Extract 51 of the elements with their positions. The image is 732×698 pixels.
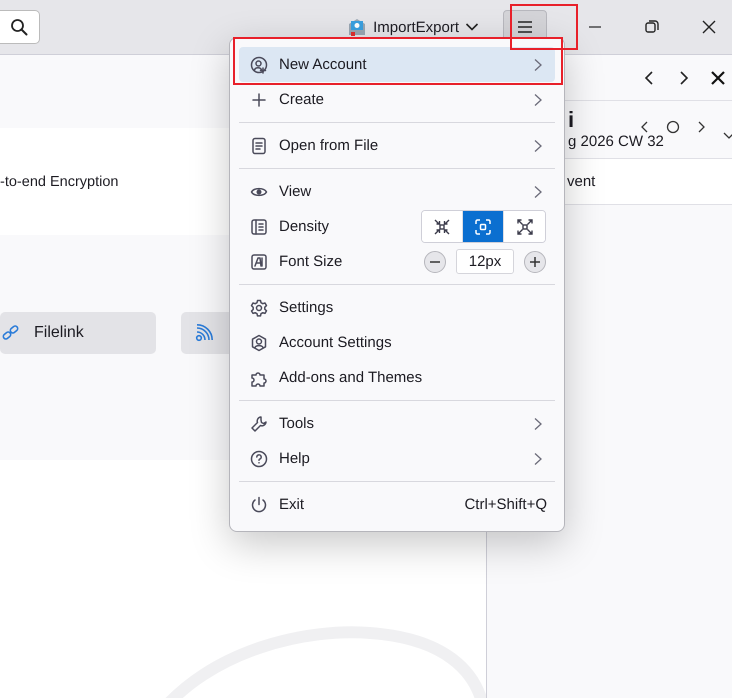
decrease-button[interactable] — [424, 250, 446, 272]
shortcut-label: Ctrl+Shift+Q — [464, 496, 547, 513]
search-field[interactable] — [0, 10, 40, 44]
circle-icon — [665, 119, 681, 135]
increase-button[interactable] — [524, 250, 546, 272]
menu-item[interactable]: Add-ons and Themes — [239, 360, 555, 395]
menu-item[interactable]: Exit Ctrl+Shift+Q — [239, 487, 555, 522]
close-icon — [701, 19, 717, 35]
compact-density-icon — [433, 218, 451, 236]
font-size-field[interactable]: 12px — [456, 249, 514, 274]
menu-item[interactable]: Account Settings — [239, 325, 555, 360]
menu-item[interactable]: Create — [239, 82, 555, 117]
calendar-title: i — [568, 107, 574, 133]
normal-density-icon — [474, 218, 492, 236]
plus-icon — [250, 90, 268, 108]
menu-item[interactable]: Open from File — [239, 128, 555, 163]
person-hexagon-icon — [250, 334, 268, 352]
gear-icon — [250, 298, 268, 316]
font-icon — [250, 252, 268, 270]
power-icon — [250, 496, 268, 514]
touch-density-icon — [516, 218, 534, 236]
close-icon — [710, 70, 726, 86]
week-label: g 2026 CW 32 — [568, 133, 664, 151]
menu-icon — [517, 20, 533, 34]
link-icon — [2, 324, 20, 342]
document-icon — [250, 136, 268, 154]
list-icon — [250, 218, 268, 236]
font-size-label: Font Size — [279, 253, 344, 270]
search-icon — [10, 18, 28, 36]
chevron-down-icon — [465, 22, 479, 32]
new-event-label: vent — [567, 173, 596, 190]
person-plus-icon — [250, 56, 268, 74]
plus-icon — [529, 256, 541, 268]
menu-item[interactable]: Help — [239, 441, 555, 476]
density-option[interactable] — [422, 211, 463, 242]
density-switch[interactable] — [421, 210, 546, 243]
account-switcher[interactable]: ImportExport — [347, 17, 479, 37]
menu-item[interactable]: New Account — [239, 47, 555, 82]
chevron-down-icon — [723, 132, 732, 138]
wrench-icon — [250, 414, 268, 432]
menu-item[interactable]: Settings — [239, 290, 555, 325]
restore-icon — [644, 19, 660, 35]
mail-icon — [347, 17, 368, 37]
card-text: -to-end Encryption — [0, 174, 118, 190]
menu-item[interactable]: View — [239, 174, 555, 209]
filelink-button[interactable]: Filelink — [0, 312, 156, 354]
feed-icon — [195, 324, 213, 342]
density-option[interactable] — [463, 211, 504, 242]
density-label: Density — [279, 218, 330, 235]
menu-item[interactable]: Tools — [239, 406, 555, 441]
help-icon — [250, 450, 268, 468]
